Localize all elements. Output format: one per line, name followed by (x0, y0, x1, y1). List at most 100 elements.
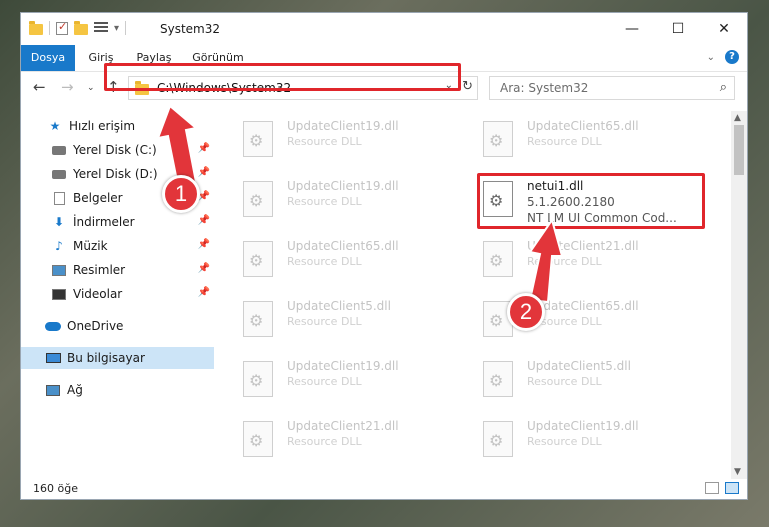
details-view-icon[interactable] (705, 482, 719, 494)
dll-file-icon (243, 181, 273, 217)
step-marker-2: 2 (507, 293, 545, 331)
sidebar-item-label: Bu bilgisayar (67, 351, 145, 365)
scroll-down-arrow-icon[interactable]: ▼ (734, 467, 741, 477)
sidebar-item-label: Ağ (67, 383, 83, 397)
file-name: UpdateClient5.dll (287, 299, 391, 313)
sidebar-item-label: Müzik (73, 239, 108, 253)
file-tile[interactable]: UpdateClient21.dll Resource DLL (475, 235, 697, 281)
file-highlight (477, 173, 705, 229)
file-name: UpdateClient5.dll (527, 359, 631, 373)
tab-file[interactable]: Dosya (21, 45, 75, 71)
file-type: Resource DLL (287, 435, 362, 448)
file-tile[interactable]: UpdateClient65.dll Resource DLL (475, 115, 697, 161)
file-type: Resource DLL (527, 435, 602, 448)
new-folder-icon[interactable] (74, 20, 88, 35)
file-name: UpdateClient21.dll (287, 419, 399, 433)
list-view-icon[interactable] (94, 22, 108, 34)
back-arrow-icon[interactable]: ← (33, 78, 46, 96)
file-tile[interactable]: UpdateClient19.dll Resource DLL (235, 355, 457, 401)
forward-arrow-icon[interactable]: → (61, 78, 74, 96)
sidebar-item-label: OneDrive (67, 319, 124, 333)
cloud-icon (45, 319, 61, 333)
help-icon[interactable]: ? (725, 50, 739, 64)
file-type: Resource DLL (287, 315, 362, 328)
dll-file-icon (483, 241, 513, 277)
downloads-icon: ⬇ (53, 215, 65, 229)
sidebar-item-label: Videolar (73, 287, 123, 301)
file-name: UpdateClient19.dll (287, 179, 399, 193)
documents-icon (51, 191, 67, 205)
dll-file-icon (243, 361, 273, 397)
title-bar: ▾ System32 — ☐ ✕ (21, 13, 747, 45)
file-type: Resource DLL (527, 255, 602, 268)
status-bar: 160 öğe (21, 479, 747, 499)
sidebar-item-pictures[interactable]: Resimler 📌 (21, 259, 214, 281)
minimize-button[interactable]: — (609, 13, 655, 45)
pin-icon[interactable]: 📌 (198, 167, 210, 178)
large-icons-view-icon[interactable] (725, 482, 739, 494)
scrollbar-thumb[interactable] (734, 125, 744, 175)
quick-access-toolbar: ▾ (29, 20, 127, 35)
drive-icon (51, 167, 67, 181)
file-tile[interactable]: UpdateClient65.dll Resource DLL (235, 235, 457, 281)
scroll-up-arrow-icon[interactable]: ▲ (734, 113, 741, 123)
folder-icon (29, 20, 43, 35)
view-toggle (705, 482, 739, 494)
address-bar-highlight (104, 63, 461, 91)
sidebar-item-local-disk-c[interactable]: Yerel Disk (C:) 📌 (21, 139, 214, 161)
sidebar-item-network[interactable]: Ağ (21, 379, 214, 401)
pin-icon[interactable]: 📌 (198, 215, 210, 226)
file-type: Resource DLL (527, 135, 602, 148)
close-button[interactable]: ✕ (701, 13, 747, 45)
refresh-icon[interactable]: ↻ (462, 79, 473, 94)
recent-locations-chevron-icon[interactable]: ⌄ (87, 83, 95, 93)
expand-ribbon-chevron-icon[interactable]: ⌄ (707, 52, 715, 63)
file-tile[interactable]: UpdateClient19.dll Resource DLL (235, 175, 457, 221)
file-tile[interactable]: UpdateClient5.dll Resource DLL (235, 295, 457, 341)
sidebar-item-onedrive[interactable]: OneDrive (21, 315, 214, 337)
step-marker-1: 1 (162, 175, 200, 213)
sidebar-item-downloads[interactable]: ⬇ İndirmeler 📌 (21, 211, 214, 233)
properties-check-icon[interactable] (56, 20, 68, 35)
ribbon-right: ⌄ ? (707, 50, 739, 64)
file-name: UpdateClient65.dll (287, 239, 399, 253)
file-list: UpdateClient19.dll Resource DLL UpdateCl… (227, 111, 729, 479)
pin-icon[interactable]: 📌 (198, 239, 210, 250)
sidebar-item-videos[interactable]: Videolar 📌 (21, 283, 214, 305)
videos-icon (51, 287, 67, 301)
pin-icon[interactable]: 📌 (198, 263, 210, 274)
file-tile[interactable]: UpdateClient19.dll Resource DLL (235, 115, 457, 161)
pin-icon[interactable]: 📌 (198, 143, 210, 154)
sidebar-item-label: Yerel Disk (C:) (73, 143, 157, 157)
computer-icon (45, 351, 61, 365)
file-type: Resource DLL (287, 135, 362, 148)
maximize-button[interactable]: ☐ (655, 13, 701, 45)
file-tile[interactable]: UpdateClient19.dll Resource DLL (475, 415, 697, 461)
file-name: UpdateClient19.dll (287, 119, 399, 133)
search-input[interactable]: Ara: System32 (500, 81, 588, 95)
file-tile[interactable]: UpdateClient5.dll Resource DLL (475, 355, 697, 401)
pin-icon[interactable]: 📌 (198, 287, 210, 298)
dll-file-icon (243, 421, 273, 457)
vertical-scrollbar[interactable]: ▲ ▼ (731, 111, 747, 479)
file-tile[interactable]: UpdateClient21.dll Resource DLL (235, 415, 457, 461)
sidebar-item-label: Belgeler (73, 191, 123, 205)
search-icon[interactable]: ⌕ (720, 80, 727, 95)
toolbar-divider (125, 21, 127, 35)
sidebar-item-quick-access[interactable]: ★ Hızlı erişim (21, 115, 214, 137)
window-controls: — ☐ ✕ (609, 13, 747, 45)
sidebar-item-label: Hızlı erişim (69, 119, 136, 133)
pictures-icon (51, 263, 67, 277)
sidebar-item-label: İndirmeler (73, 215, 135, 229)
file-type: Resource DLL (287, 375, 362, 388)
dll-file-icon (483, 121, 513, 157)
file-type: Resource DLL (287, 195, 362, 208)
search-box[interactable]: Ara: System32 ⌕ (489, 76, 735, 100)
file-name: UpdateClient19.dll (527, 419, 639, 433)
star-icon: ★ (49, 119, 61, 133)
window-title: System32 (160, 22, 221, 36)
sidebar-item-label: Resimler (73, 263, 126, 277)
customize-chevron-icon[interactable]: ▾ (114, 23, 119, 34)
sidebar-item-this-pc[interactable]: Bu bilgisayar (21, 347, 214, 369)
sidebar-item-music[interactable]: ♪ Müzik 📌 (21, 235, 214, 257)
